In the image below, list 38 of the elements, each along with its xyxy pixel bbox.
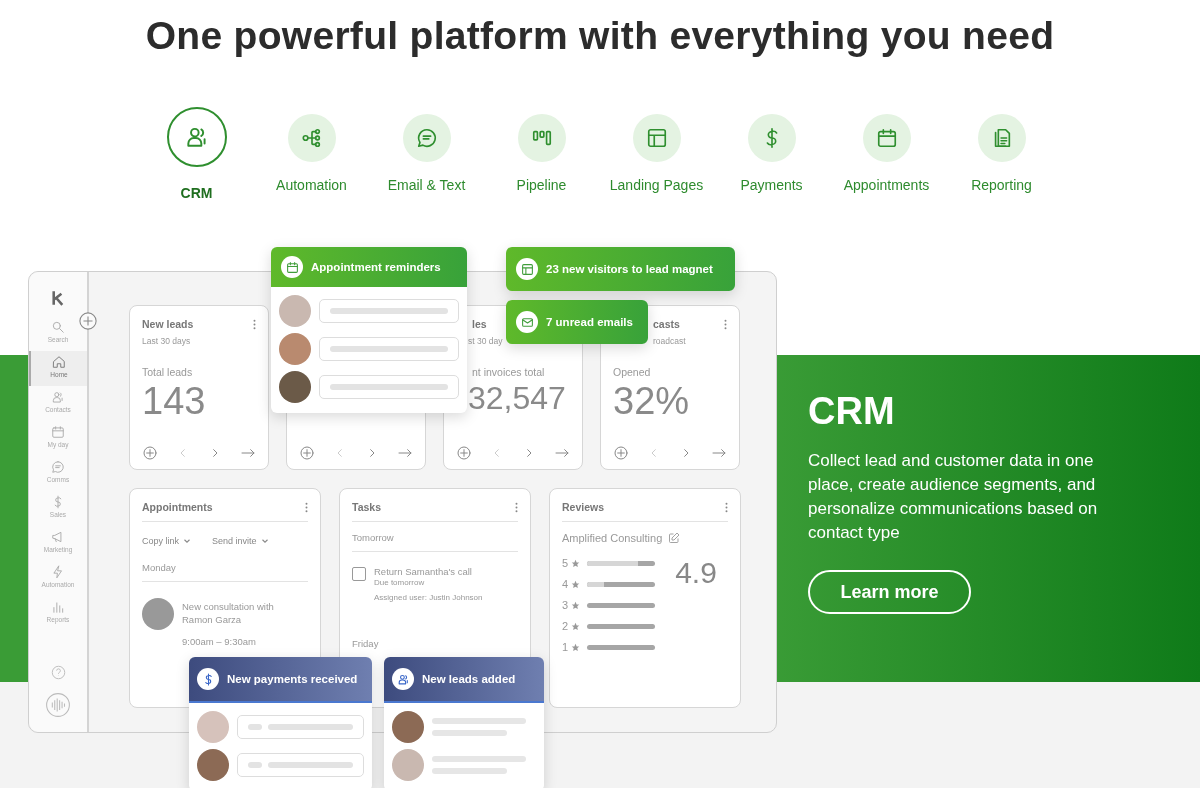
event-time: 9:00am – 9:30am xyxy=(182,636,257,647)
notification-title: New leads added xyxy=(422,673,516,685)
metric-value: 143 xyxy=(142,380,207,424)
feature-description: Collect lead and customer data in one place, create audience segments, and personalize communications based on contact type xyxy=(808,450,1099,544)
star-count: 3 xyxy=(562,599,569,611)
card-title: Reviews xyxy=(562,501,605,513)
card-title: Tasks xyxy=(352,501,381,513)
task-due: Due tomorrow xyxy=(374,578,426,587)
star-count: 4 xyxy=(562,578,569,590)
card-title: les xyxy=(472,318,487,330)
card-subtitle: Last 30 days xyxy=(142,336,192,346)
day-label: Monday xyxy=(142,562,177,573)
notification-title: Appointment reminders xyxy=(311,261,441,273)
feature-title: CRM xyxy=(808,390,896,433)
event-title: New consultation with Ramon Garza xyxy=(182,600,275,627)
task-assignee: Assigned user: Justin Johnson xyxy=(374,593,483,602)
metric-label: Total leads xyxy=(142,366,194,378)
notification-title: 7 unread emails xyxy=(546,316,633,328)
average-rating: 4.9 xyxy=(675,556,717,591)
card-subtitle: st 30 day xyxy=(467,336,504,346)
day-label: Tomorrow xyxy=(352,532,395,543)
card-title: Appointments xyxy=(142,501,213,513)
metric-value: 32% xyxy=(613,380,691,424)
card-title: casts xyxy=(653,318,680,330)
metric-value: 32,547 xyxy=(467,380,567,417)
task-title: Return Samantha's call xyxy=(374,566,473,577)
card-subtitle: roadcast xyxy=(652,336,687,346)
star-count: 1 xyxy=(562,641,569,653)
day-label: Friday xyxy=(352,638,380,649)
business-name: Amplified Consulting xyxy=(562,532,663,544)
notification-title: New payments received xyxy=(227,673,358,685)
page-heading: One powerful platform with everything you need xyxy=(144,13,1056,58)
card-title: New leads xyxy=(142,318,194,330)
star-count: 5 xyxy=(562,557,569,569)
metric-label: nt invoices total xyxy=(471,366,546,378)
notification-title: 23 new visitors to lead magnet xyxy=(546,263,713,275)
star-count: 2 xyxy=(562,620,569,632)
metric-label: Opened xyxy=(613,366,652,378)
